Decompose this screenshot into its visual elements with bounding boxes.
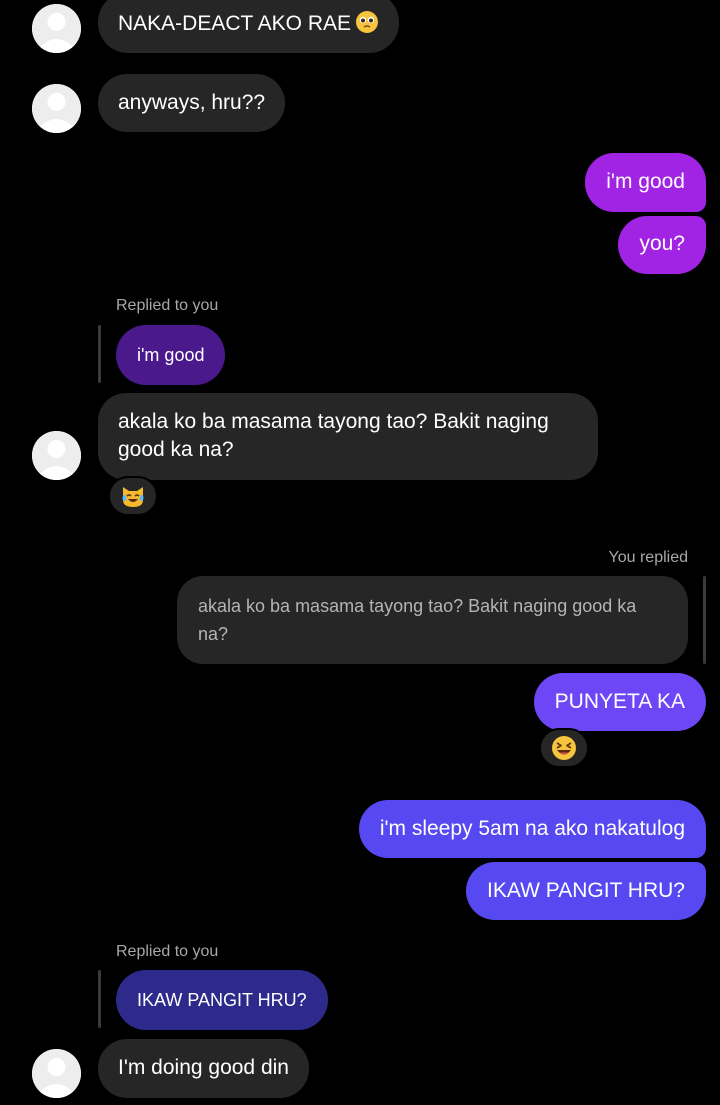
message-bubble[interactable]: NAKA-DEACT AKO RAE	[98, 0, 400, 53]
pleading-face-icon	[355, 10, 379, 42]
quoted-text-line: na?	[198, 624, 229, 644]
message-text: you?	[639, 232, 685, 255]
reaction-badge[interactable]	[539, 728, 589, 768]
avatar[interactable]	[32, 4, 81, 53]
default-avatar-icon	[32, 84, 81, 133]
replied-to-you-label: Replied to you	[116, 943, 219, 960]
reply-bar	[703, 576, 706, 664]
avatar[interactable]	[32, 84, 81, 133]
quoted-message[interactable]: i'm good	[116, 325, 226, 385]
message-text: PUNYETA KA	[554, 690, 685, 713]
message-text: anyways, hru??	[118, 91, 266, 114]
message-bubble[interactable]: PUNYETA KA	[533, 673, 706, 731]
replied-to-you-label: Replied to you	[116, 297, 219, 314]
message-text: IKAW PANGIT HRU?	[487, 879, 685, 902]
default-avatar-icon	[32, 4, 81, 53]
message-bubble[interactable]: i'm sleepy 5am na ako nakatulog	[358, 800, 706, 858]
message-bubble[interactable]: akala ko ba masama tayong tao? Bakit nag…	[98, 393, 598, 480]
quoted-message[interactable]: IKAW PANGIT HRU?	[116, 970, 328, 1030]
you-replied-label: You replied	[608, 549, 688, 566]
message-text-line: akala ko ba masama tayong tao? Bakit nag…	[118, 410, 549, 433]
message-text-line: good ka na?	[118, 438, 234, 461]
message-bubble[interactable]: i'm good	[585, 153, 706, 212]
message-bubble[interactable]: IKAW PANGIT HRU?	[466, 862, 706, 920]
avatar[interactable]	[32, 1049, 81, 1098]
message-text: i'm good	[606, 170, 685, 193]
reply-bar	[98, 325, 101, 383]
avatar[interactable]	[32, 431, 81, 480]
message-text: i'm sleepy 5am na ako nakatulog	[379, 817, 685, 840]
quoted-message[interactable]: akala ko ba masama tayong tao? Bakit nag…	[177, 576, 688, 664]
default-avatar-icon	[32, 431, 81, 480]
message-text: NAKA-DEACT AKO RAE	[118, 12, 352, 35]
quoted-text: IKAW PANGIT HRU?	[137, 990, 307, 1010]
message-text: I'm doing good din	[118, 1056, 289, 1079]
cat-tears-of-joy-icon	[122, 487, 144, 507]
laughing-squint-face-icon	[552, 736, 576, 760]
reaction-badge[interactable]	[108, 476, 158, 516]
message-bubble[interactable]: you?	[618, 216, 706, 274]
reply-bar	[98, 970, 101, 1028]
quoted-text: i'm good	[137, 345, 205, 365]
default-avatar-icon	[32, 1049, 81, 1098]
message-bubble[interactable]: anyways, hru??	[98, 74, 286, 132]
quoted-text-line: akala ko ba masama tayong tao? Bakit nag…	[198, 596, 637, 616]
message-bubble[interactable]: I'm doing good din	[98, 1039, 309, 1098]
